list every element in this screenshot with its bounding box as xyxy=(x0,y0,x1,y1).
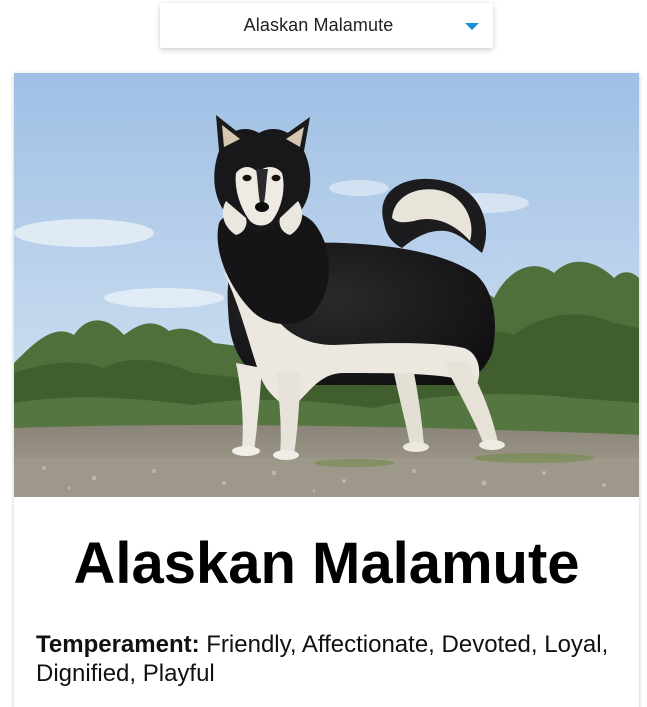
temperament-label: Temperament: xyxy=(36,631,200,658)
temperament-text: Temperament: Friendly, Affectionate, Dev… xyxy=(36,630,616,688)
breed-photo xyxy=(14,73,639,497)
breed-select[interactable]: Alaskan Malamute xyxy=(160,3,493,48)
breed-select-value: Alaskan Malamute xyxy=(243,15,394,35)
page: Alaskan Malamute Alaskan Malamute Temper… xyxy=(0,0,647,707)
chevron-down-icon[interactable] xyxy=(465,23,479,30)
breed-title: Alaskan Malamute xyxy=(73,531,580,596)
breed-card: Alaskan Malamute Temperament: Friendly, … xyxy=(14,73,639,707)
